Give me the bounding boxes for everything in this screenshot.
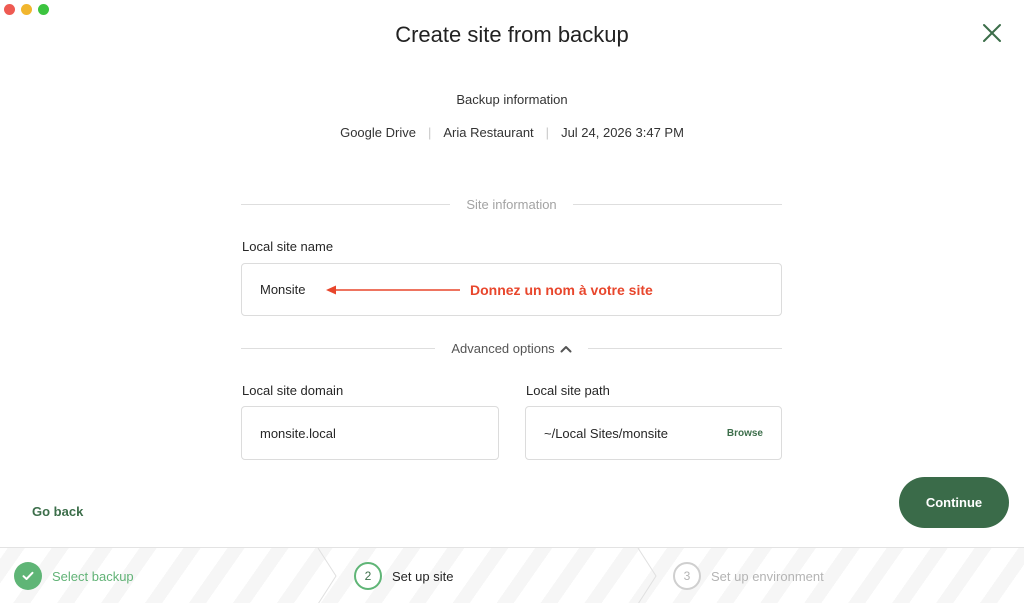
site-info-heading: Site information [466, 197, 557, 212]
separator: | [545, 125, 550, 140]
backup-info-label: Backup information [456, 92, 568, 107]
site-info-divider: Site information [241, 197, 783, 212]
site-domain-value: monsite.local [260, 425, 336, 441]
step-select-backup: Select backup [14, 548, 134, 603]
zoom-window-button[interactable] [38, 4, 49, 15]
check-icon [14, 562, 42, 590]
step-label: Set up site [392, 568, 454, 584]
arrow-left-icon [326, 285, 460, 295]
site-name-label: Local site name [242, 239, 334, 254]
browse-button[interactable]: Browse [727, 428, 763, 439]
site-path-value: ~/Local Sites/monsite [544, 425, 668, 441]
site-name-value: Monsite [260, 282, 306, 297]
window-controls [4, 4, 49, 15]
close-window-button[interactable] [4, 4, 15, 15]
divider-line [572, 204, 783, 205]
backup-provider: Google Drive [340, 125, 416, 140]
step-label: Select backup [52, 568, 134, 584]
annotation-text: Donnez un nom à votre site [470, 282, 653, 298]
step-number: 2 [354, 562, 382, 590]
backup-meta: Google Drive | Aria Restaurant | Jul 24,… [0, 125, 1024, 140]
chevron-up-icon [560, 345, 572, 352]
minimize-window-button[interactable] [21, 4, 32, 15]
site-path-input[interactable]: ~/Local Sites/monsite Browse [525, 406, 782, 460]
step-label: Set up environment [711, 568, 824, 584]
site-domain-input[interactable]: monsite.local [241, 406, 499, 460]
advanced-options-toggle[interactable]: Advanced options [435, 341, 587, 356]
advanced-options-divider: Advanced options [241, 341, 783, 356]
step-number: 3 [673, 562, 701, 590]
step-separator-icon [637, 548, 657, 603]
divider-line [587, 348, 783, 349]
continue-button[interactable]: Continue [899, 477, 1009, 528]
backup-site-name: Aria Restaurant [443, 125, 534, 140]
page-title: Create site from backup [395, 22, 629, 47]
step-set-up-site: 2 Set up site [354, 548, 453, 603]
advanced-options-label: Advanced options [451, 341, 555, 356]
site-domain-label: Local site domain [242, 383, 344, 398]
go-back-button[interactable]: Go back [32, 504, 83, 519]
divider-line [241, 348, 436, 349]
divider-line [241, 204, 451, 205]
separator: | [427, 125, 432, 140]
step-separator-icon [317, 548, 337, 603]
progress-stepper: Select backup 2 Set up site 3 Set up env… [0, 547, 1024, 603]
step-set-up-environment: 3 Set up environment [673, 548, 824, 603]
backup-date: Jul 24, 2026 3:47 PM [561, 125, 684, 140]
site-path-label: Local site path [526, 383, 610, 398]
annotation: Donnez un nom à votre site [326, 282, 653, 298]
